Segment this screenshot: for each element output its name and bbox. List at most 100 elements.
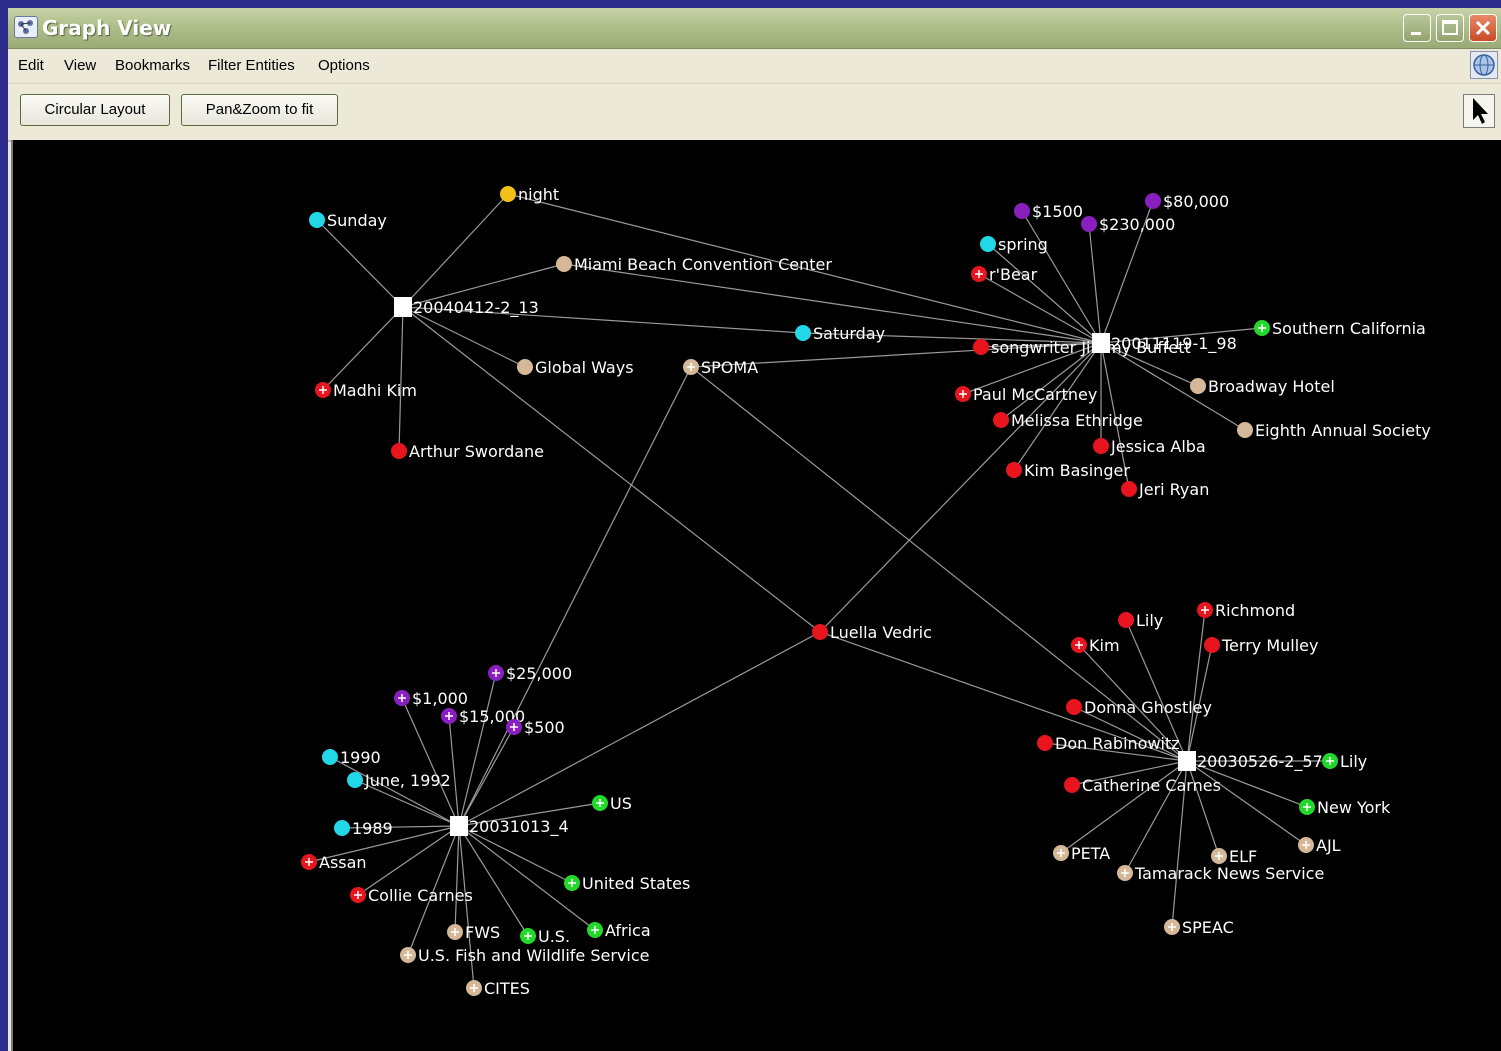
entity-node-n43[interactable]: Terry Mulley [1204, 636, 1318, 655]
date-dot-icon [334, 820, 350, 836]
entity-node-n18[interactable]: Melissa Ethridge [993, 411, 1143, 430]
pan-zoom-to-fit-button[interactable]: Pan&Zoom to fit [181, 94, 338, 126]
node-label: FWS [465, 923, 500, 942]
circular-layout-button[interactable]: Circular Layout [20, 94, 170, 126]
menu-filter-entities[interactable]: Filter Entities [208, 57, 295, 74]
entity-node-n33[interactable]: Collie Carnes [350, 886, 473, 905]
money-dot-icon [1014, 203, 1030, 219]
entity-node-n21[interactable]: Kim Basinger [1006, 461, 1130, 480]
date-dot-icon [347, 772, 363, 788]
entity-node-n40[interactable]: Lily [1118, 611, 1163, 630]
entity-node-n6[interactable]: Global Ways [517, 358, 634, 377]
entity-node-n7[interactable]: Saturday [795, 324, 885, 343]
person-dot-icon [1006, 462, 1022, 478]
entity-node-n9[interactable]: $1500 [1014, 202, 1083, 221]
entity-node-n50[interactable]: PETA [1053, 844, 1110, 863]
node-label: Lily [1136, 611, 1163, 630]
graph-edge [398, 306, 404, 452]
menu-options[interactable]: Options [318, 57, 370, 74]
entity-node-n46[interactable]: Lily [1322, 752, 1367, 771]
entity-node-n39[interactable]: CITES [466, 979, 530, 998]
entity-node-n2[interactable]: Sunday [309, 211, 387, 230]
globe-icon[interactable] [1470, 51, 1498, 79]
node-label: songwriter Jimmy Buffett [991, 338, 1191, 357]
node-label: Madhi Kim [333, 381, 417, 400]
node-label: night [518, 185, 559, 204]
person-dot-icon [1093, 438, 1109, 454]
person-dot-icon [391, 443, 407, 459]
entity-node-n3[interactable]: Miami Beach Convention Center [556, 255, 832, 274]
node-label: Sunday [327, 211, 387, 230]
menu-bookmarks[interactable]: Bookmarks [115, 57, 190, 74]
graph-svg[interactable]: 20040412-2_1320011119-1_9820031013_42003… [13, 140, 1501, 1051]
entity-node-n16[interactable]: Paul McCartney [955, 385, 1097, 404]
entity-node-n4[interactable]: Madhi Kim [315, 381, 417, 400]
document-node-d4[interactable]: 20030526-2_57 [1178, 751, 1323, 772]
entity-node-n38[interactable]: U.S. Fish and Wildlife Service [400, 946, 649, 965]
entity-node-n34[interactable]: United States [564, 874, 690, 893]
entity-node-n45[interactable]: Don Rabinowitz [1037, 734, 1180, 753]
entity-node-n44[interactable]: Donna Ghostley [1066, 698, 1212, 717]
graph-edge [987, 243, 1102, 344]
node-label: June, 1992 [364, 771, 451, 790]
menu-view[interactable]: View [64, 57, 96, 74]
entity-node-n25[interactable]: $1,000 [394, 689, 468, 708]
entity-node-n42[interactable]: Kim [1071, 636, 1120, 655]
minimize-button[interactable] [1403, 14, 1431, 42]
document-node-d3[interactable]: 20031013_4 [450, 816, 569, 837]
node-label: Eighth Annual Society [1255, 421, 1431, 440]
entity-node-n36[interactable]: U.S. [520, 927, 570, 946]
document-square-icon [394, 297, 412, 317]
entity-node-n14[interactable]: songwriter Jimmy Buffett [973, 338, 1191, 357]
title-bar[interactable]: Graph View [8, 8, 1501, 49]
entity-node-n17[interactable]: Broadway Hotel [1190, 377, 1335, 396]
person-dot-icon [1118, 612, 1134, 628]
node-label: Tamarack News Service [1134, 864, 1324, 883]
entity-node-n27[interactable]: $500 [506, 718, 565, 737]
node-label: Jeri Ryan [1138, 480, 1209, 499]
entity-node-n47[interactable]: Catherine Carnes [1064, 776, 1221, 795]
entity-node-n10[interactable]: $80,000 [1145, 192, 1229, 211]
entity-node-n35[interactable]: FWS [447, 923, 500, 942]
maximize-button[interactable] [1436, 14, 1464, 42]
entity-node-n24[interactable]: $25,000 [488, 664, 572, 683]
node-label: PETA [1071, 844, 1110, 863]
entity-node-n48[interactable]: New York [1299, 798, 1391, 817]
node-label: 20030526-2_57 [1197, 752, 1323, 772]
entity-node-n31[interactable]: 1989 [334, 819, 393, 838]
node-label: Africa [605, 921, 651, 940]
close-button[interactable] [1469, 14, 1497, 42]
entity-node-n19[interactable]: Eighth Annual Society [1237, 421, 1431, 440]
entity-node-n28[interactable]: 1990 [322, 748, 381, 767]
document-node-d1[interactable]: 20040412-2_13 [394, 297, 539, 318]
entity-node-n49[interactable]: AJL [1298, 836, 1341, 855]
entity-node-n52[interactable]: Tamarack News Service [1117, 864, 1324, 883]
entity-node-n11[interactable]: $230,000 [1081, 215, 1175, 234]
entity-node-n20[interactable]: Jessica Alba [1093, 437, 1206, 456]
entity-node-n22[interactable]: Jeri Ryan [1121, 480, 1209, 499]
menu-edit[interactable]: Edit [18, 57, 44, 74]
document-square-icon [1178, 751, 1196, 771]
node-label: Richmond [1215, 601, 1295, 620]
entity-node-n30[interactable]: US [592, 794, 632, 813]
node-label: 20031013_4 [469, 817, 569, 837]
entity-node-n23[interactable]: Luella Vedric [812, 623, 932, 642]
node-label: Kim Basinger [1024, 461, 1130, 480]
document-square-icon [450, 816, 468, 836]
entity-node-n37[interactable]: Africa [587, 921, 651, 940]
entity-node-n12[interactable]: spring [980, 235, 1048, 254]
entity-node-n41[interactable]: Richmond [1197, 601, 1295, 620]
entity-node-n8[interactable]: SPOMA [683, 358, 758, 377]
entity-node-n15[interactable]: Southern California [1254, 319, 1426, 338]
entity-node-n5[interactable]: Arthur Swordane [391, 442, 544, 461]
entity-node-n1[interactable]: night [500, 185, 559, 204]
date-dot-icon [322, 749, 338, 765]
entity-node-n53[interactable]: SPEAC [1164, 918, 1234, 937]
node-label: Global Ways [535, 358, 634, 377]
graph-canvas[interactable]: 20040412-2_13 20011119-1_98 20031013_4 2003… [11, 140, 1501, 1051]
entity-node-n13[interactable]: r'Bear [971, 265, 1038, 284]
entity-node-n32[interactable]: Assan [301, 853, 367, 872]
arrow-pointer-icon[interactable] [1463, 94, 1495, 128]
money-dot-icon [1081, 216, 1097, 232]
graph-edge [458, 825, 529, 937]
